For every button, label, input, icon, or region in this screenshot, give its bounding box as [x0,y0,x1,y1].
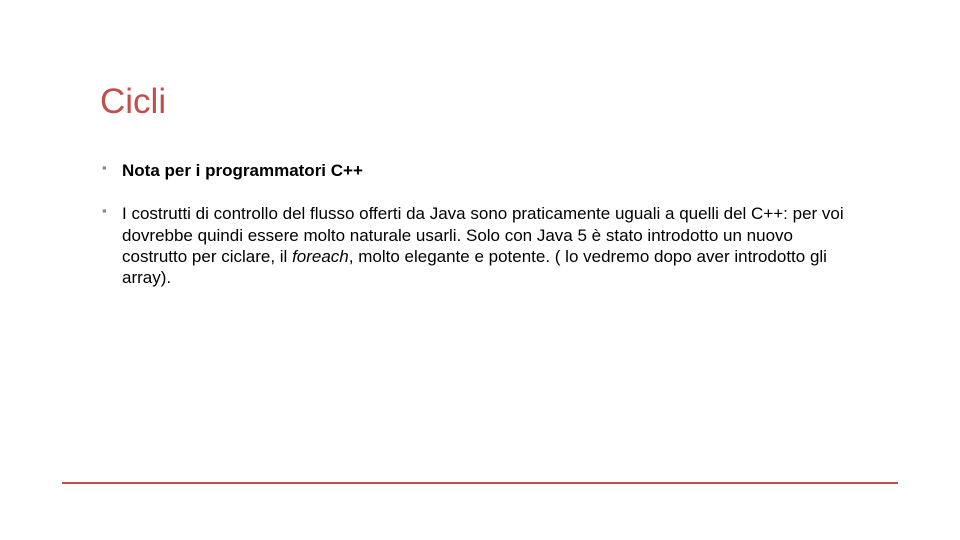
slide-title: Cicli [100,82,860,122]
bullet-item: I costrutti di controllo del flusso offe… [100,203,860,288]
bullet-list: Nota per i programmatori C++ I costrutti… [100,160,860,288]
bullet-text-italic: foreach [292,247,349,266]
bullet-item: Nota per i programmatori C++ [100,160,860,181]
slide: Cicli Nota per i programmatori C++ I cos… [0,0,960,540]
bullet-text: Nota per i programmatori C++ [122,161,363,180]
divider-line [62,482,898,484]
